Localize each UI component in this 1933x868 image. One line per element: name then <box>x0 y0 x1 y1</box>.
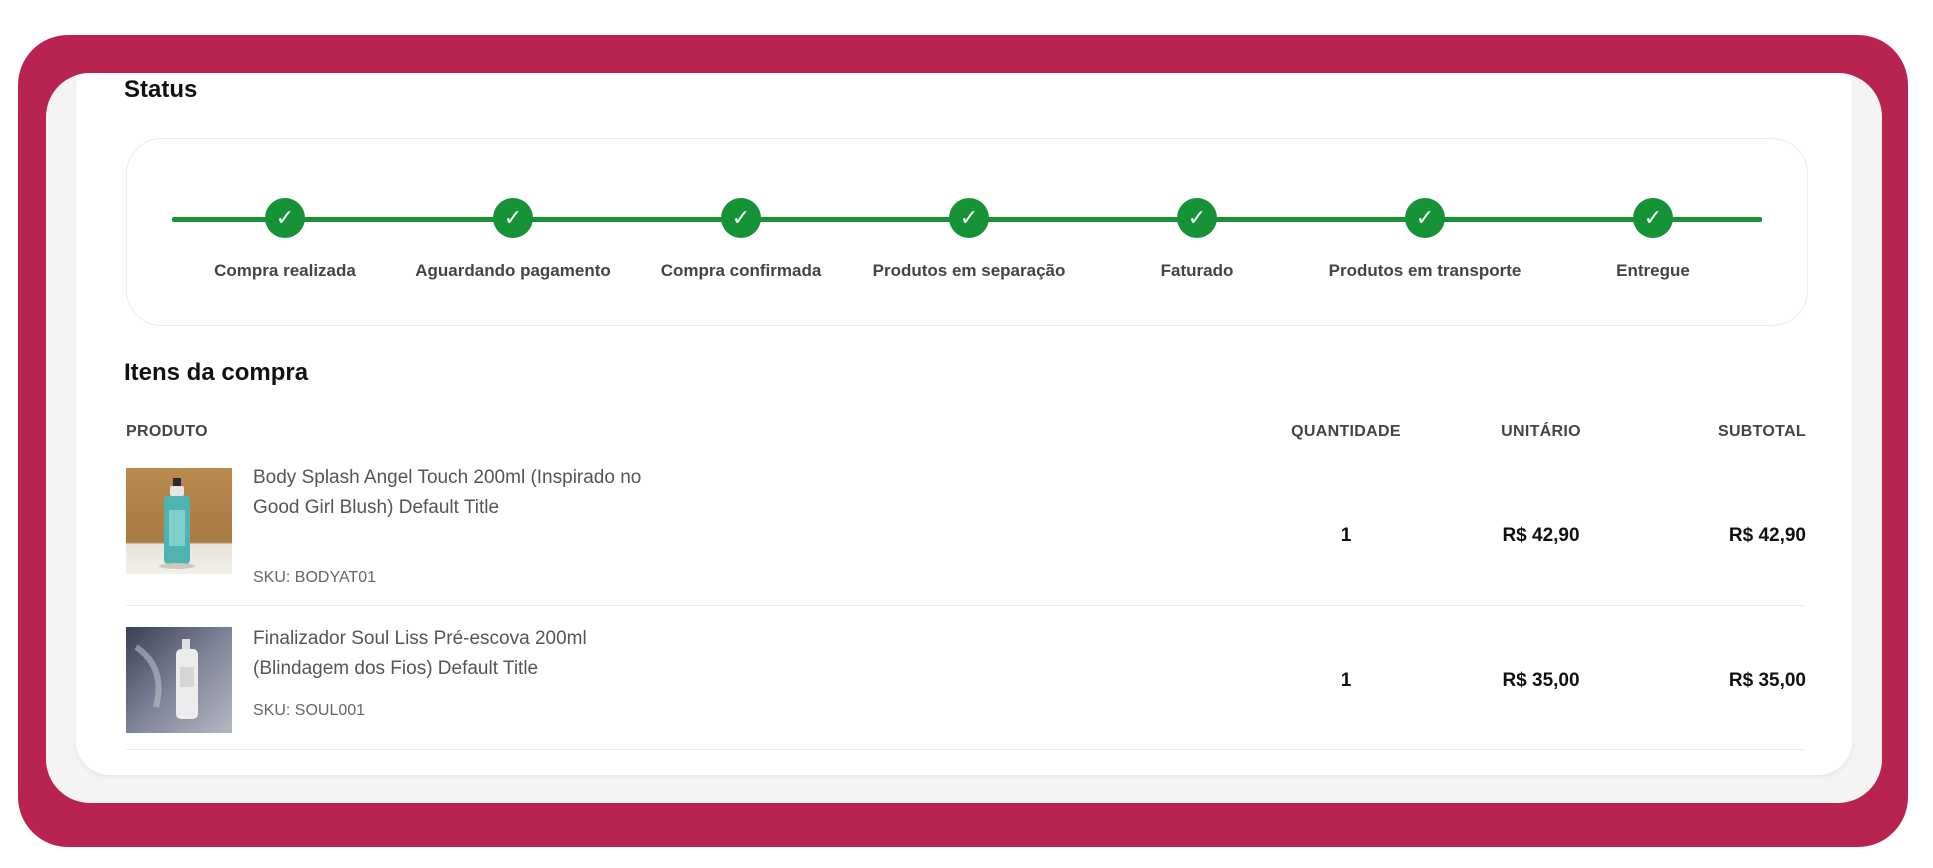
product-sku: SKU: BODYAT01 <box>253 569 376 586</box>
table-row: Finalizador Soul Liss Pré-escova 200ml (… <box>126 606 1806 750</box>
product-image-body-splash[interactable] <box>126 468 232 574</box>
product-image-finalizador[interactable] <box>126 627 232 733</box>
product-name[interactable]: Body Splash Angel Touch 200ml (Inspirado… <box>253 463 673 523</box>
product-subtotal: R$ 42,90 <box>1728 525 1806 546</box>
product-sku: SKU: SOUL001 <box>253 702 366 719</box>
step-label: Entregue <box>1616 261 1690 280</box>
column-header-unit-price: UNITÁRIO <box>1501 423 1581 440</box>
order-status-tracker: ✓ Compra realizada ✓ Aguardando pagament… <box>126 138 1808 326</box>
check-icon: ✓ <box>1177 198 1217 238</box>
check-icon: ✓ <box>1633 198 1673 238</box>
product-unit-price: R$ 42,90 <box>1502 525 1580 546</box>
column-header-subtotal: SUBTOTAL <box>1717 423 1806 440</box>
check-icon: ✓ <box>721 198 761 238</box>
product-subtotal: R$ 35,00 <box>1728 670 1806 691</box>
product-quantity: 1 <box>1340 525 1352 546</box>
column-header-product: PRODUTO <box>126 423 208 440</box>
items-heading: Itens da compra <box>124 359 309 386</box>
column-header-quantity: QUANTIDADE <box>1291 423 1401 440</box>
check-icon: ✓ <box>1405 198 1445 238</box>
product-name[interactable]: Finalizador Soul Liss Pré-escova 200ml (… <box>253 624 673 684</box>
status-heading: Status <box>124 76 198 103</box>
check-icon: ✓ <box>949 198 989 238</box>
order-details-card: Status ✓ Compra realizada ✓ Aguardando p… <box>76 73 1852 775</box>
content-container: Status ✓ Compra realizada ✓ Aguardando p… <box>46 73 1882 803</box>
check-icon: ✓ <box>265 198 305 238</box>
table-row: Body Splash Angel Touch 200ml (Inspirado… <box>126 465 1806 606</box>
check-icon: ✓ <box>493 198 533 238</box>
page-frame: Status ✓ Compra realizada ✓ Aguardando p… <box>18 35 1908 847</box>
product-quantity: 1 <box>1340 670 1352 691</box>
product-unit-price: R$ 35,00 <box>1502 670 1580 691</box>
